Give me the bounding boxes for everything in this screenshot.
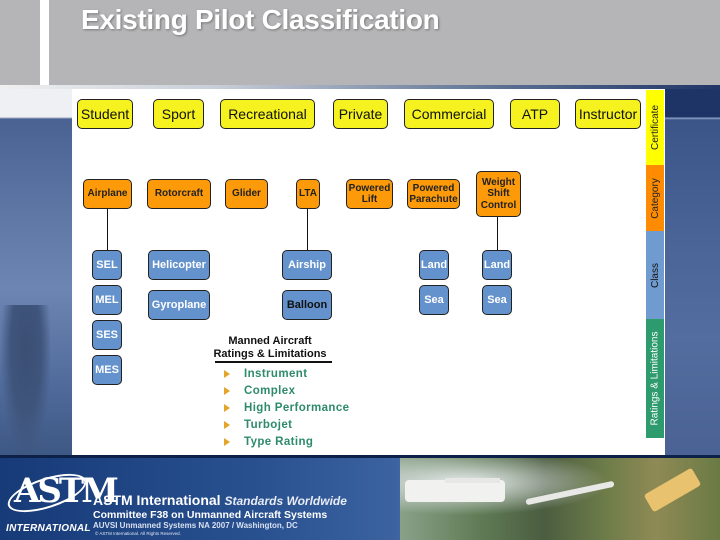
side-tab-category: Category: [646, 165, 664, 231]
connector-weight-shift: [497, 217, 498, 250]
certificate-instructor: Instructor: [575, 99, 641, 129]
category-weight-shift-control: Weight Shift Control: [476, 171, 521, 217]
category-powered-lift: Powered Lift: [346, 179, 393, 209]
class-ses: SES: [92, 320, 122, 350]
side-tab-ratings-limitations: Ratings & Limitations: [646, 319, 664, 438]
class-pp-sea: Sea: [419, 285, 449, 315]
certificate-sport: Sport: [153, 99, 204, 129]
certificate-atp: ATP: [510, 99, 560, 129]
rating-item: Instrument: [224, 366, 307, 382]
side-tab-certificate: Certificate: [646, 90, 664, 165]
class-mes: MES: [92, 355, 122, 385]
bullet-arrow-icon: [224, 387, 230, 395]
footer-committee: Committee F38 on Unmanned Aircraft Syste…: [93, 509, 328, 521]
connector-airplane: [107, 209, 108, 250]
bullet-arrow-icon: [224, 404, 230, 412]
class-gyroplane: Gyroplane: [148, 290, 210, 320]
rating-item: Turbojet: [224, 417, 292, 433]
category-powered-parachute: Powered Parachute: [407, 179, 460, 209]
footer-org-line: ASTM International Standards Worldwide: [93, 492, 347, 508]
slide-title: Existing Pilot Classification: [81, 4, 440, 35]
rating-item: Complex: [224, 383, 295, 399]
pilot-silhouette: [2, 305, 50, 455]
certificate-commercial: Commercial: [404, 99, 494, 129]
category-rotorcraft: Rotorcraft: [147, 179, 211, 209]
category-lta: LTA: [296, 179, 320, 209]
rating-item: High Performance: [224, 400, 349, 416]
aircraft-image-wing: [445, 478, 500, 483]
footer-event: AUVSI Unmanned Systems NA 2007 / Washing…: [93, 521, 298, 530]
bullet-arrow-icon: [224, 438, 230, 446]
certificate-private: Private: [333, 99, 388, 129]
certificate-recreational: Recreational: [220, 99, 315, 129]
class-sel: SEL: [92, 250, 122, 280]
ratings-underline: [215, 361, 332, 363]
certificate-student: Student: [77, 99, 133, 129]
aircraft-image-tiltwing: [405, 480, 505, 502]
title-accent-strip: [40, 0, 49, 85]
bullet-arrow-icon: [224, 421, 230, 429]
side-tab-class: Class: [646, 231, 664, 319]
class-helicopter: Helicopter: [148, 250, 210, 280]
connector-lta: [307, 209, 308, 250]
class-balloon: Balloon: [282, 290, 332, 320]
ratings-heading: Manned Aircraft Ratings & Limitations: [213, 335, 327, 360]
class-pp-land: Land: [419, 250, 449, 280]
category-airplane: Airplane: [83, 179, 132, 209]
background-photo-right: [665, 89, 720, 455]
astm-logo: ASTM: [14, 471, 119, 511]
class-wsc-sea: Sea: [482, 285, 512, 315]
rating-item: Type Rating: [224, 434, 313, 450]
footer-copyright: © ASTM International. All Rights Reserve…: [95, 531, 181, 536]
class-wsc-land: Land: [482, 250, 512, 280]
astm-logo-subtext: INTERNATIONAL: [6, 523, 91, 534]
class-mel: MEL: [92, 285, 122, 315]
class-airship: Airship: [282, 250, 332, 280]
bullet-arrow-icon: [224, 370, 230, 378]
category-glider: Glider: [225, 179, 268, 209]
